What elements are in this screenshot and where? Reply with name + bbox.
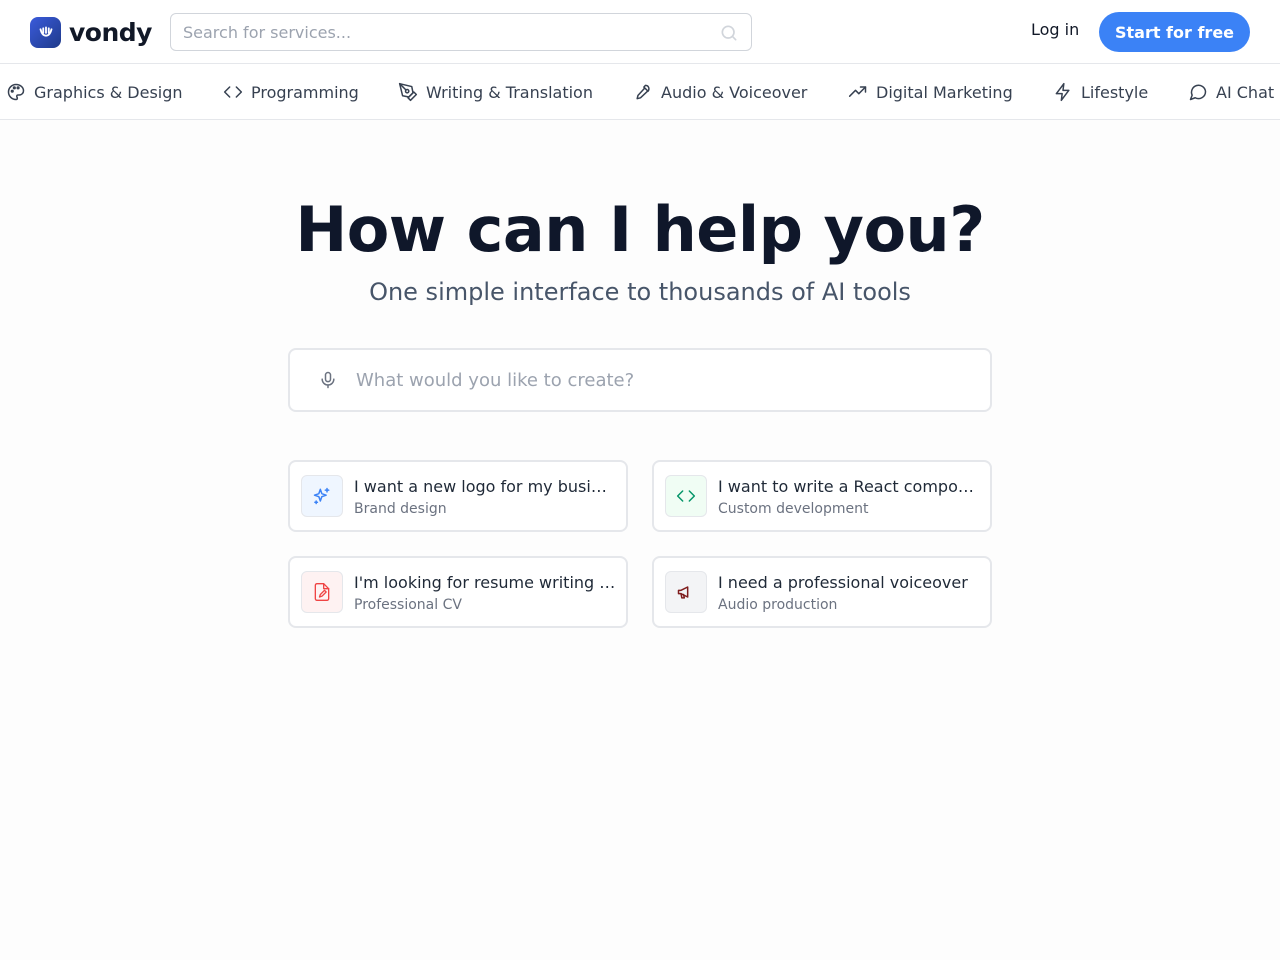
suggestion-icon-box bbox=[301, 571, 343, 613]
microphone-icon bbox=[636, 84, 650, 100]
suggestion-card-voiceover[interactable]: I need a professional voiceover Audio pr… bbox=[652, 556, 992, 628]
lightning-icon bbox=[1055, 82, 1070, 102]
suggestion-subtitle: Audio production bbox=[718, 597, 838, 613]
code-icon bbox=[223, 86, 243, 98]
service-search bbox=[170, 13, 752, 51]
suggestion-title: I want a new logo for my business bbox=[354, 477, 616, 496]
category-label: Programming bbox=[251, 82, 359, 102]
category-nav: Graphics & Design Programming Writing & … bbox=[0, 64, 1280, 120]
category-graphics-design[interactable]: Graphics & Design bbox=[6, 81, 183, 103]
hero-subtitle: One simple interface to thousands of AI … bbox=[369, 278, 911, 306]
pen-tool-icon bbox=[398, 82, 418, 102]
suggestion-title: I need a professional voiceover bbox=[718, 573, 968, 592]
category-label: Graphics & Design bbox=[34, 82, 183, 102]
category-label: Lifestyle bbox=[1081, 82, 1149, 102]
suggestion-icon-box bbox=[665, 475, 707, 517]
suggestion-card-react[interactable]: I want to write a React component Custom… bbox=[652, 460, 992, 532]
search-icon[interactable] bbox=[719, 23, 739, 43]
brand-name: vondy bbox=[69, 17, 152, 47]
service-search-input[interactable] bbox=[171, 14, 751, 50]
category-label: Digital Marketing bbox=[876, 82, 1013, 102]
vondy-logo[interactable]: vondy bbox=[30, 16, 152, 48]
chat-bubble-icon bbox=[1189, 84, 1207, 101]
file-edit-icon bbox=[314, 583, 330, 601]
login-link[interactable]: Log in bbox=[1031, 20, 1079, 39]
hero-title: How can I help you? bbox=[295, 193, 985, 266]
category-programming[interactable]: Programming bbox=[223, 81, 359, 103]
microphone-icon[interactable] bbox=[318, 370, 338, 390]
category-lifestyle[interactable]: Lifestyle bbox=[1053, 81, 1148, 103]
category-label: Writing & Translation bbox=[426, 82, 593, 102]
suggestion-card-resume[interactable]: I'm looking for resume writing help Prof… bbox=[288, 556, 628, 628]
suggestion-icon-box bbox=[665, 571, 707, 613]
trending-up-icon bbox=[848, 86, 867, 97]
suggestion-subtitle: Brand design bbox=[354, 501, 447, 517]
category-ai-chat[interactable]: AI Chat bbox=[1188, 81, 1274, 103]
megaphone-icon bbox=[677, 586, 689, 599]
top-header: vondy Log in Start for free bbox=[0, 0, 1280, 64]
create-prompt-input[interactable] bbox=[346, 350, 976, 410]
suggestion-subtitle: Custom development bbox=[718, 501, 869, 517]
suggestion-subtitle: Professional CV bbox=[354, 597, 462, 613]
suggestion-icon-box bbox=[301, 475, 343, 517]
code-icon bbox=[676, 490, 696, 502]
suggestion-title: I want to write a React component bbox=[718, 477, 980, 496]
palette-icon bbox=[7, 83, 25, 101]
create-prompt bbox=[288, 348, 992, 412]
shaka-hand-icon bbox=[30, 16, 61, 48]
sparkles-icon bbox=[313, 487, 330, 505]
category-label: Audio & Voiceover bbox=[661, 82, 808, 102]
suggestion-card-logo[interactable]: I want a new logo for my business Brand … bbox=[288, 460, 628, 532]
category-label: AI Chat bbox=[1216, 82, 1275, 102]
category-digital-marketing[interactable]: Digital Marketing bbox=[848, 81, 1013, 103]
suggestion-title: I'm looking for resume writing help bbox=[354, 573, 616, 592]
category-audio-voiceover[interactable]: Audio & Voiceover bbox=[633, 81, 807, 103]
start-for-free-button[interactable]: Start for free bbox=[1099, 12, 1250, 52]
category-writing-translation[interactable]: Writing & Translation bbox=[398, 81, 593, 103]
